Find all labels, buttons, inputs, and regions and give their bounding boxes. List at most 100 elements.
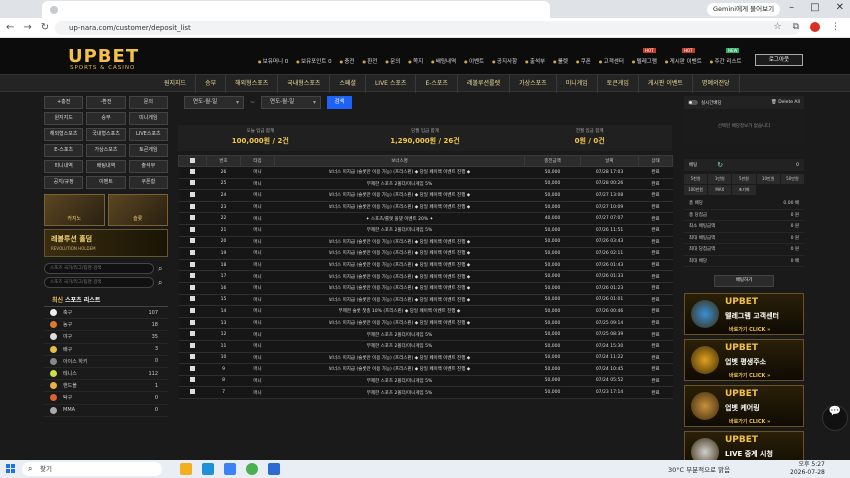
row-checkbox[interactable] <box>178 386 207 399</box>
quick-menu-button[interactable]: 미니게임 <box>128 112 168 125</box>
profile-avatar[interactable] <box>810 22 820 32</box>
quick-menu-button[interactable]: E-스포츠 <box>44 144 84 157</box>
promo-banner[interactable]: UPBET 업벳 케어링 바로가기 CLICK » <box>684 385 804 427</box>
search-button[interactable]: 검색 <box>327 96 353 109</box>
quick-menu-button[interactable]: LIVE스포츠 <box>128 128 168 141</box>
main-nav-item[interactable]: 가상스포츠 <box>510 75 557 93</box>
place-bet-button[interactable]: 배팅하기 <box>714 275 774 287</box>
amount-button[interactable]: 100만원 <box>684 185 708 195</box>
top-nav-item[interactable]: 충전 <box>340 57 354 65</box>
top-nav-item[interactable]: 게시판 이벤트 <box>665 57 702 65</box>
row-checkbox[interactable] <box>178 178 207 191</box>
table-row[interactable]: 9 머니 보너스 미지급 (슬롯만 이용 가능) (프리스핀) ◆ 당일 페이백 이… <box>178 363 673 376</box>
amount-button[interactable]: 초기화 <box>732 185 756 195</box>
date-from-input[interactable]: 연도-월-일 <box>184 96 244 109</box>
search-icon[interactable]: ⌕ <box>158 264 168 274</box>
select-all-checkbox[interactable] <box>178 155 207 167</box>
table-row[interactable]: 8 머니 무제한 스포츠 2폴더/미니게임 5% 50,000 07/24 05:52 완… <box>178 375 673 388</box>
slot-banner[interactable]: 슬롯 <box>107 194 168 226</box>
top-nav-item[interactable]: 고객센터 <box>599 57 624 65</box>
quick-menu-button[interactable]: 해외형스포츠 <box>44 128 84 141</box>
clock[interactable]: 오후 5:27 2026-07-28 <box>790 461 825 477</box>
row-checkbox[interactable] <box>178 201 207 214</box>
windows-start-icon[interactable] <box>6 464 15 473</box>
sport-item[interactable]: MMA 0 <box>44 405 168 417</box>
casino-banner[interactable]: 카지노 <box>44 194 105 226</box>
table-row[interactable]: 14 머니 무제한 슬롯 첫충 10% (프리스핀) ◆ 당일 페이백 이벤트 진행… <box>178 305 673 318</box>
amount-button[interactable]: 5천원 <box>684 174 708 184</box>
main-nav-item[interactable]: E-스포츠 <box>416 75 458 93</box>
search-icon[interactable]: ⌕ <box>158 278 168 288</box>
quick-menu-button[interactable]: 쿠폰함 <box>128 176 168 189</box>
table-row[interactable]: 17 머니 보너스 미지급 (슬롯만 이용 가능) (프리스핀) ◆ 당일 페이백 … <box>178 270 673 283</box>
amount-button[interactable]: 50만원 <box>780 174 804 184</box>
sport-item[interactable]: 아이스 하키 0 <box>44 356 168 368</box>
top-nav-item[interactable]: 주간 리스트 <box>710 57 742 65</box>
table-row[interactable]: 12 머니 무제한 스포츠 2폴더/미니게임 5% 50,000 07/25 08:39… <box>178 328 673 341</box>
sport-item[interactable]: 야구 35 <box>44 331 168 344</box>
delete-all-button[interactable]: 🗑 Delete All <box>771 100 800 105</box>
forward-icon[interactable]: → <box>23 22 31 33</box>
main-nav-item[interactable]: 게시판 이벤트 <box>639 75 693 93</box>
team-search-input[interactable]: 스포츠 국가/리그/팀명 검색 <box>44 277 154 288</box>
table-row[interactable]: 20 머니 보너스 미지급 (슬롯만 이용 가능) (프리스핀) ◆ 당일 페이백 … <box>178 236 673 249</box>
top-nav-item[interactable]: 공지사항 <box>492 57 517 65</box>
logout-button[interactable]: 로그아웃 <box>755 54 803 66</box>
top-nav-item[interactable]: 이벤트 <box>464 57 484 65</box>
top-nav-item[interactable]: 보유머니 0 <box>258 57 289 65</box>
close-icon[interactable]: ✕ <box>836 2 844 13</box>
top-nav-item[interactable]: 환전 <box>362 57 377 65</box>
main-nav-item[interactable]: 미니게임 <box>557 75 598 93</box>
row-checkbox[interactable] <box>178 363 207 376</box>
table-row[interactable]: 26 머니 보너스 미지급 (슬롯만 이용 가능) (프리스핀) ◆ 당일 페이백 … <box>178 166 673 179</box>
top-nav-item[interactable]: 보유포인트 0 <box>296 57 332 65</box>
row-checkbox[interactable] <box>178 259 207 272</box>
quick-menu-button[interactable]: 이벤트 <box>86 176 126 189</box>
bookmark-star-icon[interactable]: ☆ <box>773 22 781 32</box>
table-row[interactable]: 24 머니 보너스 미지급 (슬롯만 이용 가능) (프리스핀) ◆ 당일 페이백 … <box>178 189 673 202</box>
sport-item[interactable]: 농구 18 <box>44 319 168 332</box>
promo-banner[interactable]: UPBET 텔레그램 고객센터 바로가기 CLICK » <box>684 293 804 335</box>
omnibox[interactable]: up-nara.com/customer/deposit_list <box>55 21 800 35</box>
bet-amount-input[interactable]: 0 <box>796 163 799 168</box>
reload-icon[interactable]: ↻ <box>41 22 49 33</box>
table-row[interactable]: 10 머니 보너스 미지급 (슬롯만 이용 가능) (프리스핀) ◆ 당일 페이백 … <box>178 352 673 365</box>
main-nav-item[interactable]: 명예의전당 <box>693 75 740 93</box>
main-nav-item[interactable]: 스페셜 <box>330 75 366 93</box>
row-checkbox[interactable] <box>178 294 207 307</box>
back-icon[interactable]: ← <box>6 22 14 33</box>
table-row[interactable]: 19 머니 보너스 미지급 (슬롯만 이용 가능) (프리스핀) ◆ 당일 페이백 … <box>178 247 673 260</box>
main-nav-item[interactable]: 토큰게임 <box>598 75 639 93</box>
amount-button[interactable]: MAX <box>708 185 732 195</box>
row-checkbox[interactable] <box>178 317 207 330</box>
top-nav-item[interactable]: 배팅내역 <box>431 57 456 65</box>
table-row[interactable]: 21 머니 무제한 스포츠 2폴더/미니게임 5% 50,000 07/26 11:51… <box>178 224 673 237</box>
sport-item[interactable]: 축구 107 <box>44 307 168 320</box>
menu-icon[interactable]: ⋮ <box>831 22 840 32</box>
top-nav-item[interactable]: 쪽지 <box>408 57 423 65</box>
realtime-odds-toggle[interactable] <box>688 100 698 105</box>
row-checkbox[interactable] <box>178 224 207 237</box>
table-row[interactable]: 18 머니 보너스 미지급 (슬롯만 이용 가능) (프리스핀) ◆ 당일 페이백 … <box>178 259 673 272</box>
sport-item[interactable]: 탁구 0 <box>44 392 168 405</box>
quick-menu-button[interactable]: 승부 <box>86 112 126 125</box>
chat-icon[interactable]: 💬 <box>822 405 848 431</box>
quick-menu-button[interactable]: 국내형스포츠 <box>86 128 126 141</box>
row-checkbox[interactable] <box>178 375 207 388</box>
quick-menu-button[interactable]: 배팅내역 <box>86 160 126 173</box>
row-checkbox[interactable] <box>178 270 207 283</box>
top-nav-item[interactable]: 쿠폰 <box>576 57 591 65</box>
top-nav-item[interactable]: 룰렛 <box>553 57 568 65</box>
date-to-input[interactable]: 연도-월-일 <box>261 96 322 109</box>
sport-item[interactable]: 배구 3 <box>44 344 168 356</box>
main-nav-item[interactable]: LIVE 스포츠 <box>366 75 417 93</box>
holdem-banner[interactable]: 레볼루션 홀덤 REVOLUTION HOLDEM <box>44 229 168 257</box>
quick-menu-button[interactable]: 공지/규정 <box>44 176 84 189</box>
sport-item[interactable]: 핸드볼 1 <box>44 380 168 393</box>
quick-menu-button[interactable]: -환전 <box>86 96 126 109</box>
table-row[interactable]: 25 머니 무제한 스포츠 2폴더/미니게임 5% 50,000 07/28 00:26… <box>178 178 673 191</box>
table-row[interactable]: 7 머니 무제한 스포츠 2폴더/미니게임 5% 50,000 07/23 17:14 완… <box>178 386 673 399</box>
minimize-icon[interactable]: – <box>789 2 794 13</box>
row-checkbox[interactable] <box>178 328 207 341</box>
top-nav-item[interactable]: 문의 <box>385 57 400 65</box>
